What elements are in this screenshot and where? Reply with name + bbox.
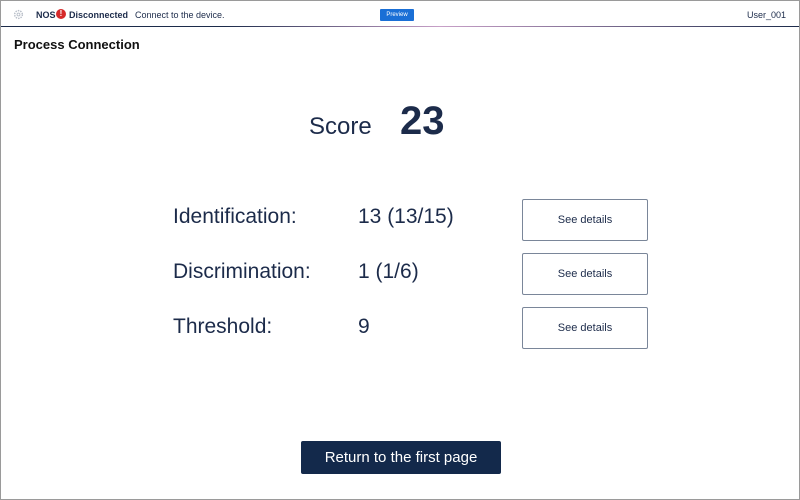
discrimination-label: Discrimination:: [173, 260, 311, 283]
identification-label: Identification:: [173, 205, 297, 228]
identification-details-button[interactable]: See details: [522, 199, 648, 241]
score-value: 23: [400, 99, 445, 143]
status-bar: NOS ! Disconnected Connect to the device…: [1, 1, 799, 27]
connection-status: Disconnected: [69, 10, 129, 20]
alert-icon: !: [56, 9, 66, 19]
app-window: NOS ! Disconnected Connect to the device…: [0, 0, 800, 500]
score-label: Score: [309, 113, 372, 140]
threshold-value: 9: [358, 315, 370, 338]
discrimination-value: 1 (1/6): [358, 260, 419, 283]
gear-icon[interactable]: [13, 9, 24, 20]
status-bar-divider: [1, 26, 799, 27]
device-name: NOS: [36, 10, 56, 20]
threshold-details-button[interactable]: See details: [522, 307, 648, 349]
status-message: Connect to the device.: [135, 10, 225, 20]
return-to-first-page-button[interactable]: Return to the first page: [301, 441, 501, 474]
identification-value: 13 (13/15): [358, 205, 454, 228]
preview-badge: Preview: [380, 9, 414, 21]
user-name[interactable]: User_001: [747, 10, 786, 20]
threshold-label: Threshold:: [173, 315, 273, 338]
discrimination-details-button[interactable]: See details: [522, 253, 648, 295]
page-title: Process Connection: [14, 37, 140, 52]
